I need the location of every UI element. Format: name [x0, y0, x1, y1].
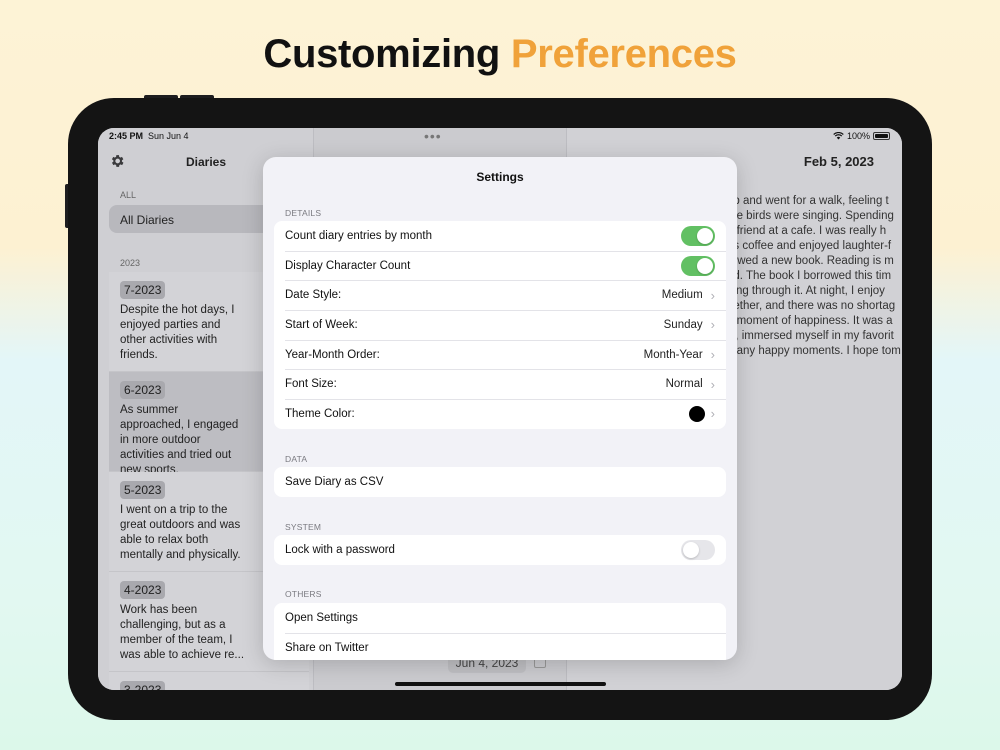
- entry-summary: Despite the hot days, I enjoyed parties …: [120, 304, 235, 361]
- group-label-system: SYSTEM: [285, 522, 322, 532]
- month-badge: 3-2023: [120, 681, 166, 690]
- system-group: Lock with a password: [274, 535, 726, 565]
- chevron-right-icon: ›: [710, 317, 715, 333]
- all-diaries-label: All Diaries: [120, 213, 175, 227]
- setting-label: Year-Month Order:: [285, 348, 380, 361]
- status-bar: 2:45 PM Sun Jun 4 100%: [98, 128, 902, 144]
- home-indicator[interactable]: [395, 682, 606, 686]
- lock-password-toggle[interactable]: [681, 539, 715, 560]
- entry-summary: Work has been challenging, but as a memb…: [120, 604, 245, 661]
- setting-font-size[interactable]: Font Size: Normal ›: [274, 369, 726, 399]
- battery-percent: 100%: [846, 131, 870, 141]
- section-label-year: 2023: [120, 258, 141, 268]
- setting-label: Count diary entries by month: [285, 229, 433, 242]
- section-label-all: ALL: [120, 190, 137, 200]
- setting-year-month-order[interactable]: Year-Month Order: Month-Year ›: [274, 339, 726, 370]
- battery-icon: [873, 132, 890, 140]
- setting-label: Theme Color:: [285, 407, 355, 420]
- month-badge: 4-2023: [120, 581, 166, 599]
- open-settings-row[interactable]: Open Settings: [274, 603, 726, 633]
- character-count-toggle[interactable]: [681, 255, 715, 276]
- data-group: Save Diary as CSV: [274, 467, 726, 497]
- chevron-right-icon: ›: [710, 376, 715, 392]
- detail-line: gether, and there was no shortag: [727, 300, 896, 312]
- detail-date-title: Feb 5, 2023: [803, 154, 874, 169]
- detail-line: rld. The book I borrowed this tim: [727, 270, 892, 282]
- setting-start-of-week[interactable]: Start of Week: Sunday ›: [274, 310, 726, 340]
- group-label-data: DATA: [285, 454, 308, 464]
- month-badge: 5-2023: [120, 481, 166, 499]
- entry-summary: As summer approached, I engaged in more …: [120, 404, 239, 476]
- status-time: 2:45 PM: [109, 131, 144, 141]
- headline: Customizing Preferences: [0, 32, 1000, 77]
- detail-line: many happy moments. I hope tom: [727, 345, 901, 357]
- status-date: Sun Jun 4: [148, 131, 189, 141]
- theme-color-swatch: [688, 405, 705, 422]
- group-label-details: DETAILS: [285, 208, 322, 218]
- settings-modal: Settings DETAILS Count diary entries by …: [263, 157, 737, 660]
- detail-line: rowed a new book. Reading is m: [727, 255, 894, 267]
- detail-line: the birds were singing. Spending: [727, 210, 894, 222]
- headline-part1: Customizing: [263, 32, 501, 76]
- headline-part2: Preferences: [510, 32, 737, 76]
- month-badge: 6-2023: [120, 381, 166, 399]
- list-item[interactable]: 3-2023: [109, 672, 309, 690]
- setting-value: Month-Year: [643, 348, 703, 361]
- wifi-icon: [833, 132, 844, 140]
- group-label-others: OTHERS: [285, 589, 322, 599]
- setting-value: Normal: [665, 378, 703, 391]
- entry-summary: I went on a trip to the great outdoors a…: [120, 504, 241, 561]
- setting-value: Sunday: [663, 318, 703, 331]
- setting-label: Open Settings: [285, 611, 358, 624]
- detail-line: up and went for a walk, feeling t: [727, 195, 889, 207]
- detail-line: ls, immersed myself in my favorit: [727, 330, 894, 342]
- detail-line: us coffee and enjoyed laughter-f: [727, 240, 892, 252]
- save-csv-row[interactable]: Save Diary as CSV: [274, 467, 726, 497]
- chevron-right-icon: ›: [710, 287, 715, 303]
- setting-label: Display Character Count: [285, 259, 411, 272]
- setting-label: Font Size:: [285, 378, 337, 391]
- detail-line: ding through it. At night, I enjoy: [727, 285, 885, 297]
- detail-line: a moment of happiness. It was a: [727, 315, 893, 327]
- setting-label: Save Diary as CSV: [285, 475, 384, 488]
- setting-label: Date Style:: [285, 289, 342, 302]
- details-group: Count diary entries by month Display Cha…: [274, 221, 726, 429]
- settings-title: Settings: [476, 170, 524, 184]
- detail-body: up and went for a walk, feeling t the bi…: [727, 194, 902, 359]
- status-right: 100%: [833, 131, 890, 141]
- detail-line: a friend at a cafe. I was really h: [727, 225, 887, 237]
- chevron-right-icon: ›: [710, 347, 715, 363]
- setting-date-style[interactable]: Date Style: Medium ›: [274, 280, 726, 310]
- chevron-right-icon: ›: [710, 406, 715, 422]
- others-group: Open Settings Share on Twitter: [274, 603, 726, 660]
- setting-character-count[interactable]: Display Character Count: [274, 250, 726, 281]
- setting-label: Lock with a password: [285, 543, 395, 556]
- setting-theme-color[interactable]: Theme Color: ›: [274, 399, 726, 429]
- count-by-month-toggle[interactable]: [681, 225, 715, 246]
- month-badge: 7-2023: [120, 281, 166, 299]
- setting-label: Share on Twitter: [285, 641, 369, 654]
- setting-label: Start of Week:: [285, 318, 358, 331]
- setting-lock-password[interactable]: Lock with a password: [274, 535, 726, 565]
- setting-count-by-month[interactable]: Count diary entries by month: [274, 221, 726, 251]
- share-twitter-row[interactable]: Share on Twitter: [274, 632, 726, 660]
- setting-value: Medium: [661, 289, 703, 302]
